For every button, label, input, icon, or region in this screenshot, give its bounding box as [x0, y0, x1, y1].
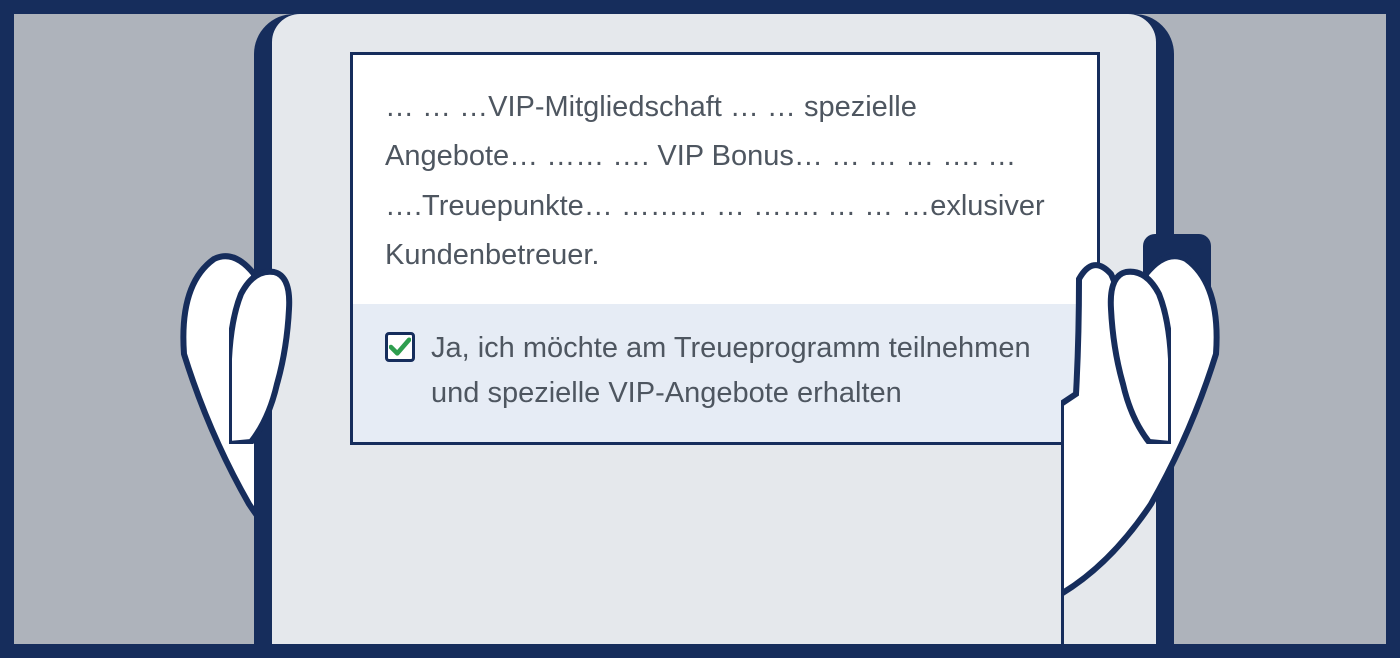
left-thumb [229, 264, 319, 444]
consent-label: Ja, ich möchte am Treueprogramm teilnehm… [431, 326, 1065, 416]
check-icon [389, 337, 411, 357]
promo-body-text: … … …VIP-Mitgliedschaft … … spezielle An… [385, 83, 1065, 280]
tablet-face: … … …VIP-Mitgliedschaft … … spezielle An… [272, 14, 1156, 644]
illustration-frame: … … …VIP-Mitgliedschaft … … spezielle An… [0, 0, 1400, 658]
scene-background: … … …VIP-Mitgliedschaft … … spezielle An… [14, 14, 1386, 644]
tablet-device: … … …VIP-Mitgliedschaft … … spezielle An… [254, 14, 1174, 644]
right-thumb [1081, 264, 1171, 444]
promo-text-area: … … …VIP-Mitgliedschaft … … spezielle An… [353, 55, 1097, 304]
consent-checkbox[interactable] [385, 332, 415, 362]
consent-row[interactable]: Ja, ich möchte am Treueprogramm teilnehm… [353, 304, 1097, 442]
tablet-screen: … … …VIP-Mitgliedschaft … … spezielle An… [350, 52, 1100, 445]
